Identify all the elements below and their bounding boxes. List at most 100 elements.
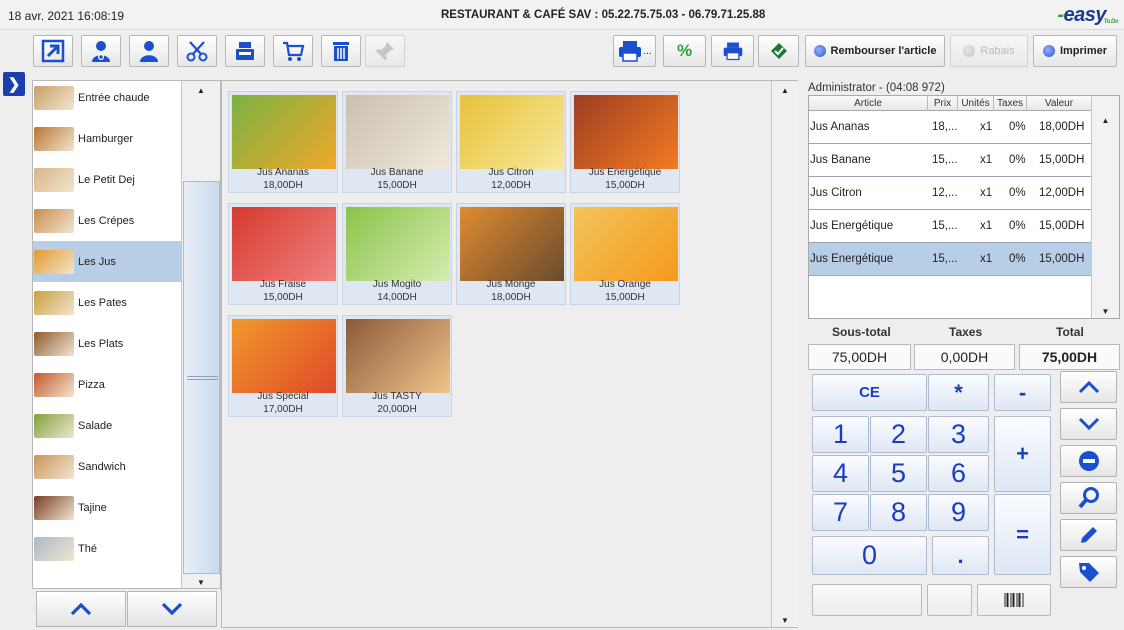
product-tile[interactable]: Jus Banane 15,00DH [342,91,452,193]
cash-register-icon [236,42,254,60]
line-up-button[interactable] [1060,371,1117,403]
equals-key[interactable]: = [994,494,1051,575]
category-item[interactable]: Tajine [33,487,181,528]
category-item[interactable]: Sandwich [33,446,181,487]
scroll-down-arrow[interactable]: ▼ [772,613,798,627]
operator-label: Administrator - (04:08 972) [808,82,945,94]
scroll-thumb[interactable] [183,181,220,574]
product-tile[interactable]: Jus Citron 12,00DH [456,91,566,193]
scroll-up-arrow[interactable]: ▲ [182,83,220,97]
line-down-button[interactable] [1060,408,1117,440]
switch-window-button[interactable] [33,35,73,67]
decimal-key[interactable]: . [932,536,989,575]
key-4[interactable]: 4 [812,455,869,492]
scroll-up-arrow[interactable]: ▲ [772,83,798,97]
category-list[interactable]: Entrée chaude Hamburger Le Petit Dej Les Cr… [32,80,221,589]
key-9[interactable]: 9 [928,494,989,531]
barcode-input[interactable] [812,584,922,616]
scroll-up-arrow[interactable]: ▲ [1092,113,1119,127]
category-item[interactable]: Les Pates [33,282,181,323]
product-image [232,319,336,393]
scroll-down-arrow[interactable]: ▼ [1092,304,1119,318]
barcode-scan-button[interactable] [977,584,1051,616]
ticket-line[interactable]: Jus Ananas 18,... x1 0% 18,00DH [809,111,1091,144]
key-3[interactable]: 3 [928,416,989,453]
percent-button[interactable]: % [663,35,706,67]
category-thumbnail [34,126,74,151]
multiply-key[interactable]: * [928,374,989,411]
key-6[interactable]: 6 [928,455,989,492]
split-ticket-button[interactable] [177,35,217,67]
search-product-button[interactable] [1060,482,1117,514]
cart-button[interactable] [273,35,313,67]
chevron-down-icon [161,602,183,616]
category-item[interactable]: Les Plats [33,323,181,364]
product-name: Jus Fraise [259,279,307,290]
category-item[interactable]: Hamburger [33,118,181,159]
print-ticket-button[interactable]: Imprimer [1033,35,1117,67]
product-image [460,95,564,169]
category-item[interactable]: Le Petit Dej [33,159,181,200]
category-item[interactable]: Thé [33,528,181,569]
key-1[interactable]: 1 [812,416,869,453]
key-2[interactable]: 2 [870,416,927,453]
category-item[interactable]: Pizza [33,364,181,405]
plus-key[interactable]: + [994,416,1051,492]
ticket-line[interactable]: Jus Citron 12,... x1 0% 12,00DH [809,177,1091,210]
product-scrollbar[interactable]: ▲ ▼ [771,81,798,627]
product-tile[interactable]: Jus Orange 15,00DH [570,203,680,305]
discount-icon [963,45,976,57]
chevron-up-icon [70,602,92,616]
key-8[interactable]: 8 [870,494,927,531]
cash-drawer-button[interactable] [225,35,265,67]
discount-button[interactable]: Rabais [950,35,1028,67]
ticket-line[interactable]: Jus Energétique 15,... x1 0% 15,00DH [809,210,1091,243]
quantity-input[interactable] [927,584,972,616]
add-customer-button[interactable] [81,35,121,67]
category-item[interactable]: Les Crépes [33,200,181,241]
tag-button[interactable] [1060,556,1117,588]
ticket-line[interactable]: Jus Banane 15,... x1 0% 15,00DH [809,144,1091,177]
pin-button[interactable] [365,35,405,67]
ticket-scrollbar[interactable]: ▲ ▼ [1091,96,1119,318]
tag-icon [1078,563,1099,582]
product-tile[interactable]: Jus Mogito 14,00DH [342,203,452,305]
ticket-cell-valeur: 12,00DH [1039,187,1085,199]
col-valeur: Valeur [1044,98,1074,109]
category-scrollbar[interactable]: ▲ ▼ [181,81,220,588]
product-tile[interactable]: Jus Special 17,00DH [228,315,338,417]
ticket-line[interactable]: Jus Energétique 15,... x1 0% 15,00DH [809,243,1091,276]
edit-line-button[interactable] [1060,519,1117,551]
product-tile[interactable]: Jus Monge 18,00DH [456,203,566,305]
category-page-up-button[interactable] [36,591,126,627]
ce-key[interactable]: CE [812,374,927,411]
ticket-table[interactable]: Article Prix Unités Taxes Valeur Jus Ana… [808,95,1120,319]
delete-ticket-button[interactable] [321,35,361,67]
print-button[interactable] [711,35,754,67]
product-image [346,95,450,169]
key-7[interactable]: 7 [812,494,869,531]
category-item[interactable]: Les Jus [33,241,181,282]
collapse-sidebar-button[interactable]: ❯ [3,72,25,96]
refund-item-button[interactable]: Rembourser l'article [805,35,945,67]
product-tile[interactable]: Jus Energétique 15,00DH [570,91,680,193]
remove-line-button[interactable] [1060,445,1117,477]
product-tile[interactable]: Jus Fraise 15,00DH [228,203,338,305]
print-options-button[interactable]: ... [613,35,656,67]
category-item[interactable]: Salade [33,405,181,446]
product-price: 12,00DH [491,180,531,191]
ticket-cell-valeur: 15,00DH [1039,154,1085,166]
customer-button[interactable] [129,35,169,67]
category-page-down-button[interactable] [127,591,217,627]
key-5[interactable]: 5 [870,455,927,492]
validate-button[interactable] [758,35,799,67]
minus-key[interactable]: - [994,374,1051,411]
key-0[interactable]: 0 [812,536,927,575]
product-tile[interactable]: Jus Ananas 18,00DH [228,91,338,193]
col-prix: Prix [928,96,958,111]
category-thumbnail [34,413,74,438]
chevron-up-icon [1078,380,1099,394]
product-tile[interactable]: Jus TASTY 20,00DH [342,315,452,417]
user-add-icon [92,41,110,62]
scroll-down-arrow[interactable]: ▼ [182,575,220,588]
